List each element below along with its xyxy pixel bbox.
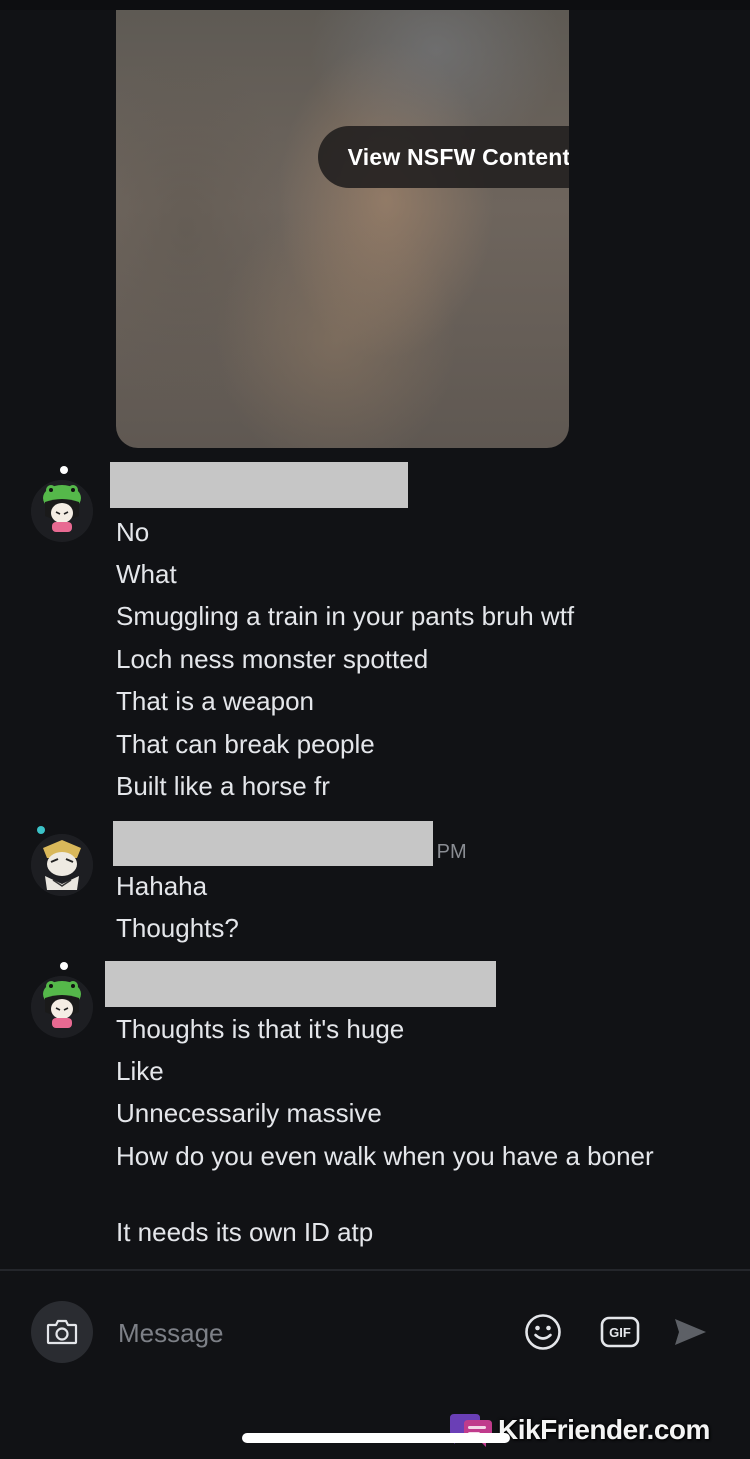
gif-button[interactable]: GIF — [599, 1312, 641, 1352]
message-text: Built like a horse fr — [116, 771, 330, 801]
message-text: Smuggling a train in your pants bruh wtf — [116, 601, 575, 631]
chat-screen: View NSFW Content No What Smuggling a tr… — [0, 0, 750, 1459]
message-text: No — [116, 517, 150, 547]
view-nsfw-button[interactable]: View NSFW Content — [318, 126, 569, 188]
message-text: Unnecessarily massive — [116, 1098, 382, 1128]
masked-warrior-avatar-icon[interactable] — [31, 826, 93, 896]
message-text: Thoughts? — [116, 913, 239, 943]
smiley-icon — [525, 1314, 561, 1350]
frog-girl-avatar-icon[interactable] — [31, 466, 93, 542]
site-watermark: KikFriender.com — [446, 1408, 710, 1452]
chat-bubbles-logo-icon — [450, 1414, 492, 1447]
header-edge — [0, 0, 750, 10]
composer-divider — [0, 1269, 750, 1271]
camera-button[interactable] — [31, 1301, 93, 1363]
gif-label: GIF — [609, 1324, 631, 1340]
send-arrow-icon — [675, 1319, 706, 1345]
nsfw-media-preview[interactable]: View NSFW Content — [116, 10, 569, 448]
send-button[interactable] — [670, 1312, 710, 1352]
message-text: It needs its own ID atp — [116, 1217, 374, 1247]
redacted-username — [105, 961, 496, 1007]
message-text: Hahaha — [116, 871, 208, 901]
frog-girl-avatar-icon[interactable] — [31, 962, 93, 1038]
message-text: How do you even walk when you have a bon… — [116, 1141, 654, 1171]
message-input[interactable] — [116, 1310, 500, 1356]
camera-icon — [46, 1319, 78, 1345]
home-indicator[interactable] — [242, 1433, 510, 1443]
message-text: That is a weapon — [116, 686, 315, 716]
message-text: That can break people — [116, 729, 375, 759]
message-text: Like — [116, 1056, 164, 1086]
message-text: Loch ness monster spotted — [116, 644, 429, 674]
watermark-text: KikFriender.com — [498, 1414, 710, 1445]
redacted-username — [110, 462, 408, 508]
emoji-button[interactable] — [523, 1312, 563, 1352]
redacted-username-overlay — [113, 821, 433, 866]
message-text: Thoughts is that it's huge — [116, 1014, 405, 1044]
message-text: What — [116, 559, 177, 589]
